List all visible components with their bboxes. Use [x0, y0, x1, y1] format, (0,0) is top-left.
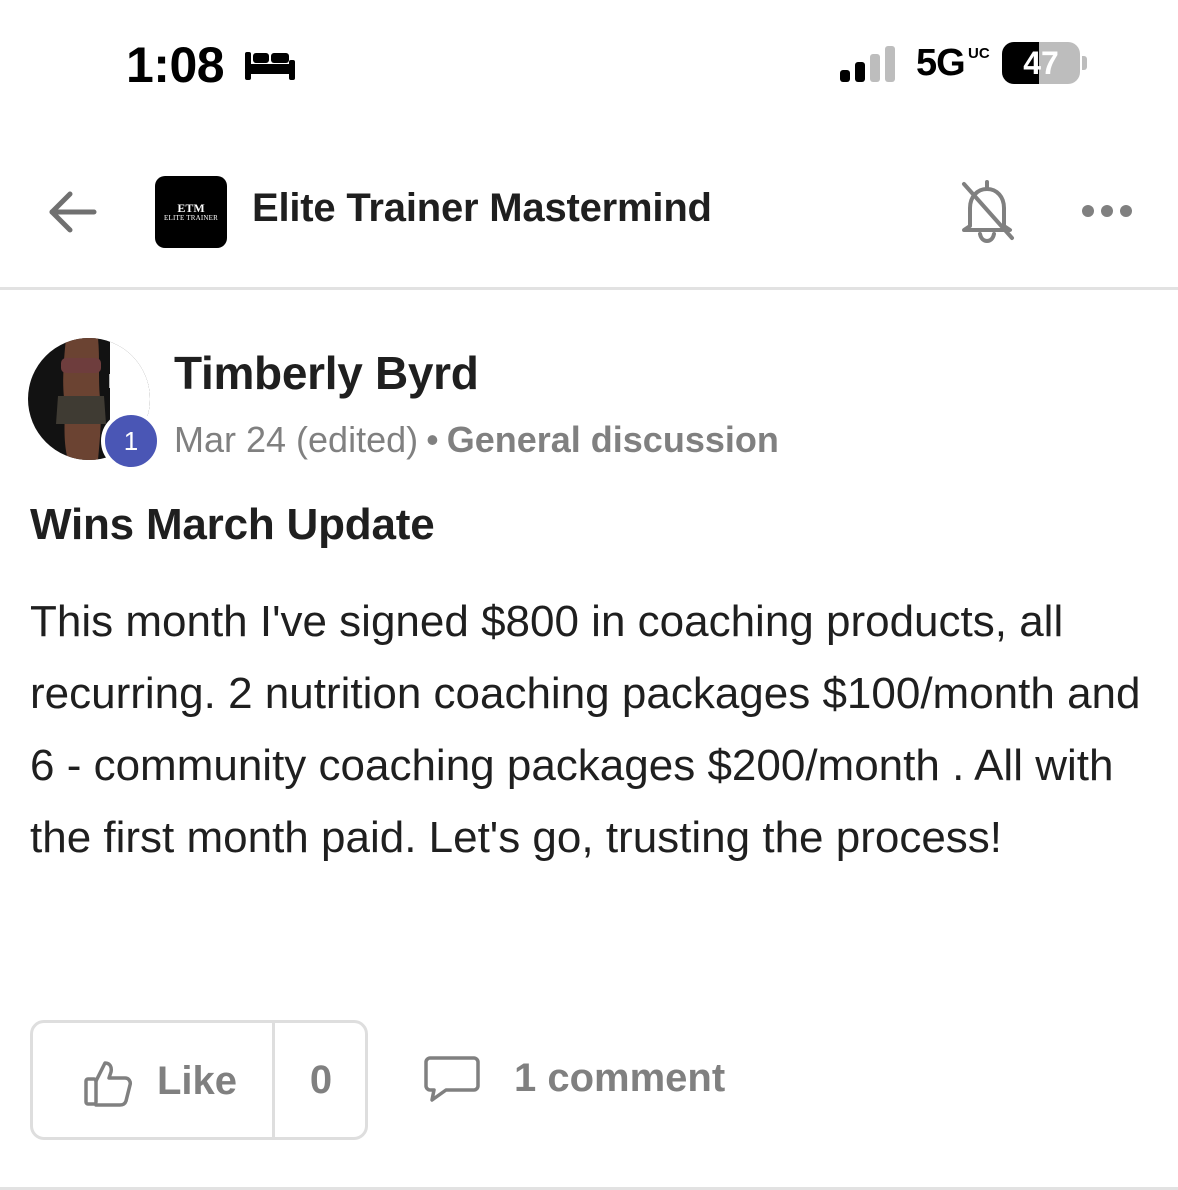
signal-icon: [840, 46, 895, 82]
like-button[interactable]: Like: [33, 1023, 275, 1137]
battery-icon: 47: [1002, 42, 1080, 84]
post-title: Wins March Update: [30, 500, 435, 549]
meta-separator: •: [426, 419, 439, 460]
author-name[interactable]: Timberly Byrd: [174, 346, 479, 400]
level-badge: 1: [101, 411, 161, 471]
post-meta: Mar 24 (edited) • General discussion: [174, 419, 779, 461]
more-options-button[interactable]: [1078, 196, 1136, 226]
bed-icon: [245, 52, 295, 80]
group-header: ETM ELITE TRAINER Elite Trainer Mastermi…: [0, 140, 1178, 290]
network-sub: UC: [968, 45, 990, 62]
bell-slash-icon: [962, 180, 1014, 243]
arrow-left-icon: [49, 191, 97, 233]
battery-level: 47: [1023, 44, 1059, 81]
battery-cap: [1082, 56, 1087, 70]
status-time: 1:08: [126, 37, 225, 93]
speech-bubble-icon: [424, 1056, 480, 1102]
comments-button[interactable]: 1 comment: [424, 1050, 744, 1112]
status-bar: 1:08 5G UC 47: [0, 0, 1178, 130]
like-label: Like: [157, 1059, 238, 1103]
group-logo[interactable]: ETM ELITE TRAINER: [155, 176, 227, 248]
post-date: Mar 24 (edited): [174, 419, 419, 460]
screen: 1:08 5G UC 47 ETM ELITE TRAINER Elite Tr…: [0, 0, 1178, 1190]
post-body: This month I've signed $800 in coaching …: [30, 597, 1141, 862]
group-title[interactable]: Elite Trainer Mastermind: [252, 186, 712, 231]
network-type: 5G: [916, 42, 966, 84]
group-logo-sub: ELITE TRAINER: [164, 214, 218, 222]
avatar-text: INC: [108, 371, 142, 393]
notifications-button[interactable]: [958, 178, 1016, 244]
back-button[interactable]: [44, 184, 100, 240]
comment-count-label: 1 comment: [514, 1056, 726, 1100]
more-horizontal-icon: [1082, 205, 1132, 217]
thumbs-up-icon: [84, 1061, 132, 1107]
like-count[interactable]: 0: [277, 1023, 365, 1137]
like-group: Like 0: [30, 1020, 368, 1140]
post-category[interactable]: General discussion: [447, 419, 779, 460]
